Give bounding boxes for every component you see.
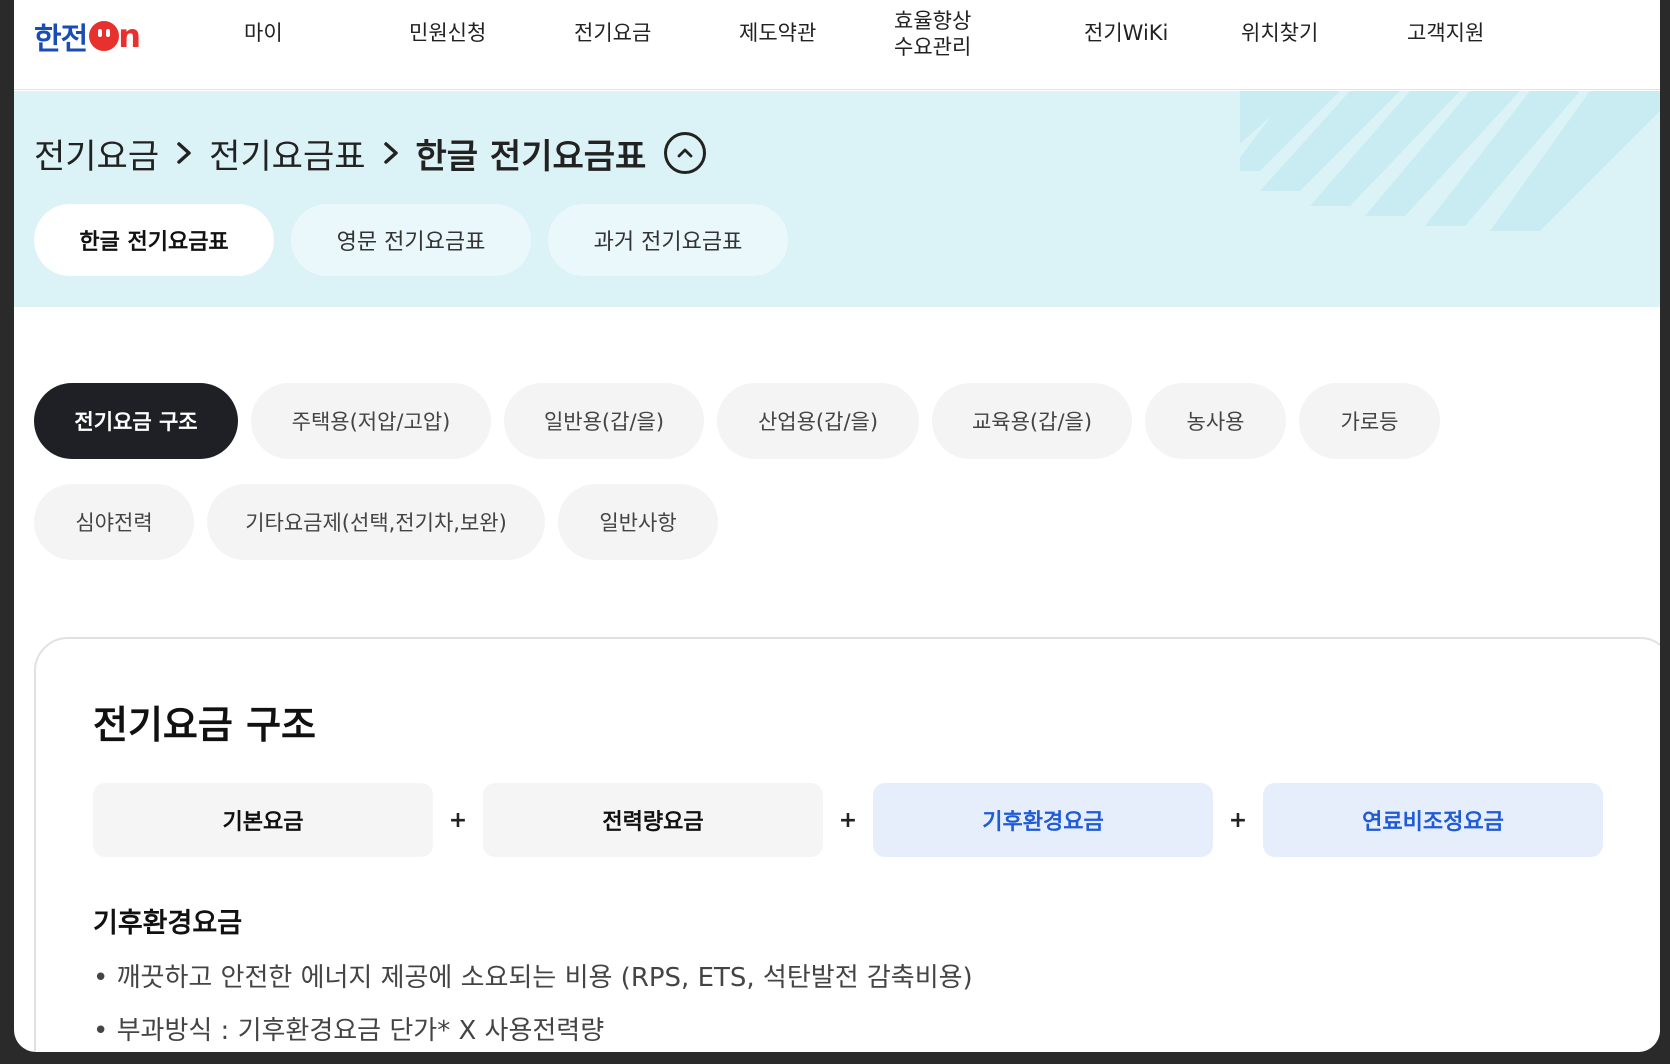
nav-item-regulations[interactable]: 제도약관 [739,20,816,46]
breadcrumb-current: 한글 전기요금표 [415,136,647,177]
plus-operator: + [1228,807,1248,833]
chip-other-plans[interactable]: 기타요금제(선택,전기차,보완) [207,484,545,560]
breadcrumb: 전기요금 전기요금표 한글 전기요금표 [34,129,707,178]
nav-item-my[interactable]: 마이 [244,20,283,46]
breadcrumb-item-rates[interactable]: 전기요금 [34,129,159,178]
chip-streetlight[interactable]: 가로등 [1299,383,1440,459]
bullet-billing-method: • 부과방식 : 기후환경요금 단가* X 사용전력량 [93,1016,605,1046]
formula-basic-charge: 기본요금 [93,783,433,857]
nav-item-support[interactable]: 고객지원 [1407,20,1484,46]
nav-item-wiki[interactable]: 전기WiKi [1084,20,1168,46]
hero-banner: 전기요금 전기요금표 한글 전기요금표 한글 전기요금표 영문 전기요금표 과거… [14,91,1660,307]
plus-operator: + [448,807,468,833]
chip-general-notes[interactable]: 일반사항 [558,484,718,560]
chip-rate-structure[interactable]: 전기요금 구조 [34,383,238,459]
chip-general[interactable]: 일반용(갑/을) [504,383,704,459]
chip-agricultural[interactable]: 농사용 [1145,383,1286,459]
rate-formula: 기본요금 + 전력량요금 + 기후환경요금 + 연료비조정요금 [93,783,1603,857]
browser-page: 한전 ONn 마이 민원신청 전기요금 제도약관 효율향상 수요관리 전기WiK… [14,0,1660,1052]
plug-icon [89,21,120,51]
kepco-on-logo[interactable]: 한전 ONn [34,17,141,57]
top-navigation: 한전 ONn 마이 민원신청 전기요금 제도약관 효율향상 수요관리 전기WiK… [14,0,1660,90]
breadcrumb-item-rate-table[interactable]: 전기요금표 [209,129,365,178]
nav-item-civil-petition[interactable]: 민원신청 [409,20,486,46]
nav-item-electricity-rates[interactable]: 전기요금 [574,20,651,46]
formula-fuel-adjustment-charge[interactable]: 연료비조정요금 [1263,783,1603,857]
bullet-description: • 깨끗하고 안전한 에너지 제공에 소요되는 비용 (RPS, ETS, 석탄… [93,963,973,993]
nav-item-efficiency[interactable]: 효율향상 수요관리 [894,8,971,60]
rate-table-tabs: 한글 전기요금표 영문 전기요금표 과거 전기요금표 [34,204,788,276]
chevron-right-icon [383,142,398,164]
tab-past-rate-table[interactable]: 과거 전기요금표 [548,204,788,276]
tab-korean-rate-table[interactable]: 한글 전기요금표 [34,204,274,276]
logo-text: 한전 [34,22,88,57]
chip-industrial[interactable]: 산업용(갑/을) [717,383,919,459]
rate-structure-card: 전기요금 구조 기본요금 + 전력량요금 + 기후환경요금 + 연료비조정요금 … [34,637,1660,1052]
plus-operator: + [838,807,858,833]
logo-on-mark: ONn [89,17,141,55]
chevron-right-icon [177,142,191,164]
nav-item-location[interactable]: 위치찾기 [1241,20,1318,46]
decorative-stripes-graphic [1240,91,1660,231]
card-title: 전기요금 구조 [93,703,316,747]
formula-energy-charge: 전력량요금 [483,783,823,857]
chevron-up-icon [677,148,693,158]
formula-climate-charge[interactable]: 기후환경요금 [873,783,1213,857]
chip-residential[interactable]: 주택용(저압/고압) [251,383,491,459]
tab-english-rate-table[interactable]: 영문 전기요금표 [291,204,531,276]
category-chips: 전기요금 구조 주택용(저압/고압) 일반용(갑/을) 산업용(갑/을) 교육용… [34,383,1454,585]
breadcrumb-toggle-button[interactable] [664,132,707,174]
section-title-climate-charge: 기후환경요금 [93,908,243,939]
chip-late-night[interactable]: 심야전력 [34,484,194,560]
chip-educational[interactable]: 교육용(갑/을) [932,383,1132,459]
